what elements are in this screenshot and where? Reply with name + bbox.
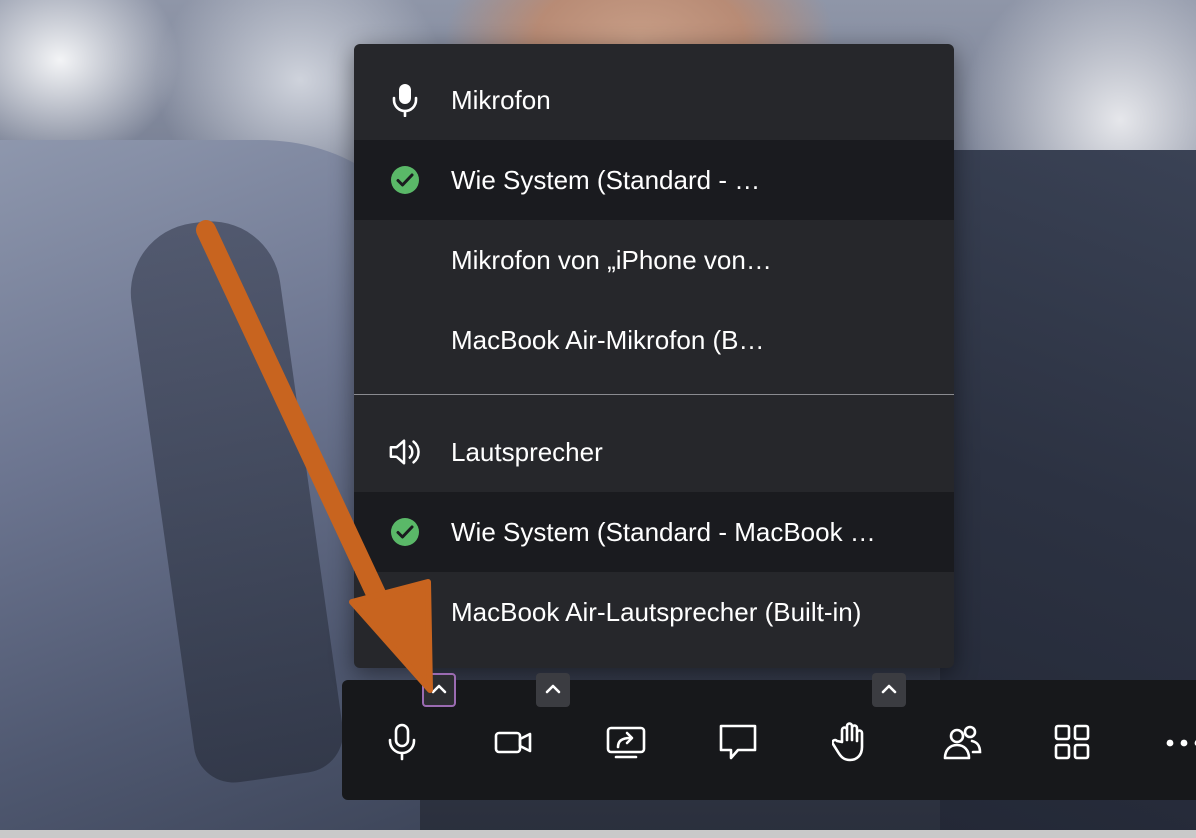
video-feed-shape (0, 830, 1196, 838)
screen-share-button[interactable] (598, 716, 654, 772)
microphone-icon (388, 83, 422, 117)
option-label: MacBook Air-Lautsprecher (Built-in) (451, 597, 862, 627)
check-icon (388, 163, 422, 197)
participants-button[interactable] (934, 716, 990, 772)
chevron-up-icon (431, 681, 447, 699)
more-options-button[interactable] (1156, 716, 1196, 772)
chevron-up-icon (881, 681, 897, 699)
speaker-option-macbook-air[interactable]: MacBook Air-Lautsprecher (Built-in) (354, 572, 954, 652)
microphone-section-label: Mikrofon (451, 85, 551, 115)
camera-options-caret[interactable] (536, 673, 570, 707)
microphone-section-header: Mikrofon (354, 60, 954, 140)
option-label: MacBook Air-Mikrofon (B… (451, 325, 765, 355)
option-label: Wie System (Standard - MacBook … (451, 517, 876, 547)
speaker-option-system-default[interactable]: Wie System (Standard - MacBook … (354, 492, 954, 572)
option-label: Mikrofon von „iPhone von… (451, 245, 772, 275)
microphone-option-system-default[interactable]: Wie System (Standard - … (354, 140, 954, 220)
option-label: Wie System (Standard - … (451, 165, 761, 195)
grid-view-icon (1054, 724, 1090, 765)
menu-divider (354, 394, 954, 395)
reactions-options-caret[interactable] (872, 673, 906, 707)
grid-view-button[interactable] (1044, 716, 1100, 772)
audio-device-menu: Mikrofon Wie System (Standard - … Mikrof… (354, 44, 954, 668)
microphone-option-macbook-air[interactable]: MacBook Air-Mikrofon (B… (354, 300, 954, 380)
raise-hand-icon (831, 721, 868, 767)
speaker-icon (388, 435, 422, 469)
raise-hand-button[interactable] (822, 716, 878, 772)
chat-button[interactable] (710, 716, 766, 772)
camera-button[interactable] (486, 716, 542, 772)
check-icon (388, 515, 422, 549)
meeting-toolbar (342, 673, 1196, 800)
camera-icon (494, 728, 534, 761)
microphone-options-caret[interactable] (422, 673, 456, 707)
microphone-option-iphone[interactable]: Mikrofon von „iPhone von… (354, 220, 954, 300)
microphone-icon (387, 723, 417, 766)
microphone-button[interactable] (374, 716, 430, 772)
participants-icon (942, 724, 982, 765)
speaker-section-label: Lautsprecher (451, 437, 603, 467)
more-icon (1164, 735, 1196, 753)
screen-share-icon (606, 725, 646, 764)
speaker-section-header: Lautsprecher (354, 412, 954, 492)
chat-icon (718, 723, 758, 766)
chevron-up-icon (545, 681, 561, 699)
